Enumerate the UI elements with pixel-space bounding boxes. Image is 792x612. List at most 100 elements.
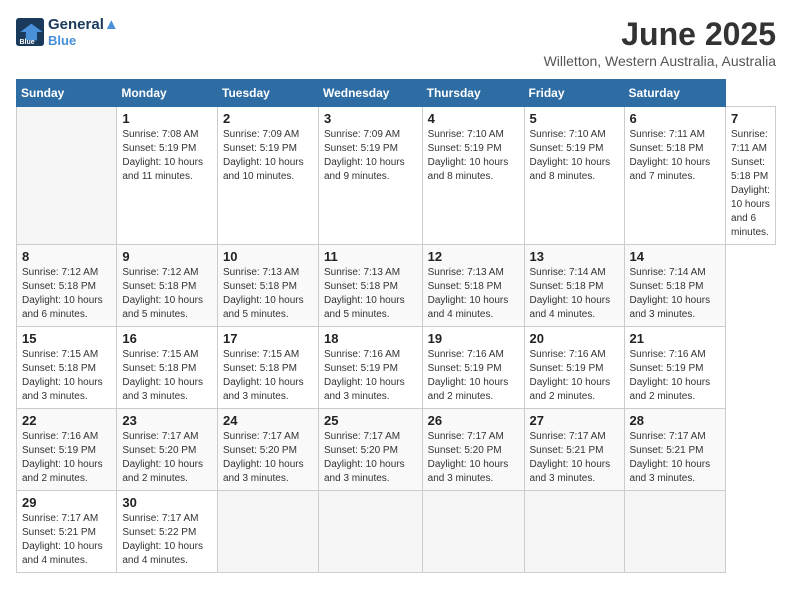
day-number: 28 (630, 413, 721, 428)
day-number: 20 (530, 331, 619, 346)
calendar-week-5: 29 Sunrise: 7:17 AM Sunset: 5:21 PM Dayli… (17, 491, 776, 573)
day-header-friday: Friday (524, 80, 624, 107)
day-header-wednesday: Wednesday (318, 80, 422, 107)
day-info: Sunrise: 7:15 AM Sunset: 5:18 PM Dayligh… (223, 348, 313, 404)
day-number: 26 (428, 413, 519, 428)
calendar-cell: 25 Sunrise: 7:17 AM Sunset: 5:20 PM Dayli… (318, 409, 422, 491)
day-number: 3 (324, 111, 417, 126)
day-info: Sunrise: 7:11 AM Sunset: 5:18 PM Dayligh… (630, 128, 721, 184)
day-header-monday: Monday (117, 80, 218, 107)
calendar-cell: 13 Sunrise: 7:14 AM Sunset: 5:18 PM Dayli… (524, 245, 624, 327)
calendar-cell (422, 491, 524, 573)
day-info: Sunrise: 7:08 AM Sunset: 5:19 PM Dayligh… (122, 128, 212, 184)
day-number: 16 (122, 331, 212, 346)
day-info: Sunrise: 7:12 AM Sunset: 5:18 PM Dayligh… (122, 266, 212, 322)
calendar-cell (17, 107, 117, 245)
calendar-cell: 17Sunrise: 7:15 AM Sunset: 5:18 PM Dayli… (218, 327, 319, 409)
header: Blue General▲ Blue June 2025 Willetton, … (16, 16, 776, 69)
day-number: 2 (223, 111, 313, 126)
day-number: 24 (223, 413, 313, 428)
calendar-cell: 16Sunrise: 7:15 AM Sunset: 5:18 PM Dayli… (117, 327, 218, 409)
day-info: Sunrise: 7:12 AM Sunset: 5:18 PM Dayligh… (22, 266, 111, 322)
calendar-cell: 21Sunrise: 7:16 AM Sunset: 5:19 PM Dayli… (624, 327, 726, 409)
day-header-sunday: Sunday (17, 80, 117, 107)
day-info: Sunrise: 7:13 AM Sunset: 5:18 PM Dayligh… (324, 266, 417, 322)
calendar-cell: 4 Sunrise: 7:10 AM Sunset: 5:19 PM Daylig… (422, 107, 524, 245)
calendar-cell: 10 Sunrise: 7:13 AM Sunset: 5:18 PM Dayli… (218, 245, 319, 327)
calendar-cell: 20 Sunrise: 7:16 AM Sunset: 5:19 PM Dayli… (524, 327, 624, 409)
day-number: 13 (530, 249, 619, 264)
calendar-header: SundayMondayTuesdayWednesdayThursdayFrid… (17, 80, 776, 107)
day-info: Sunrise: 7:10 AM Sunset: 5:19 PM Dayligh… (428, 128, 519, 184)
day-number: 25 (324, 413, 417, 428)
calendar-week-4: 22 Sunrise: 7:16 AM Sunset: 5:19 PM Dayli… (17, 409, 776, 491)
calendar-week-3: 15 Sunrise: 7:15 AM Sunset: 5:18 PM Dayli… (17, 327, 776, 409)
calendar-cell: 18Sunrise: 7:16 AM Sunset: 5:19 PM Dayli… (318, 327, 422, 409)
day-info: Sunrise: 7:15 AM Sunset: 5:18 PM Dayligh… (22, 348, 111, 404)
day-number: 15 (22, 331, 111, 346)
day-number: 11 (324, 249, 417, 264)
day-number: 7 (731, 111, 770, 126)
logo-text: General▲ Blue (48, 16, 119, 48)
day-number: 4 (428, 111, 519, 126)
calendar-cell: 5 Sunrise: 7:10 AM Sunset: 5:19 PM Daylig… (524, 107, 624, 245)
day-number: 1 (122, 111, 212, 126)
day-info: Sunrise: 7:17 AM Sunset: 5:20 PM Dayligh… (428, 430, 519, 486)
day-number: 9 (122, 249, 212, 264)
day-info: Sunrise: 7:16 AM Sunset: 5:19 PM Dayligh… (530, 348, 619, 404)
calendar-cell: 29 Sunrise: 7:17 AM Sunset: 5:21 PM Dayli… (17, 491, 117, 573)
location-subtitle: Willetton, Western Australia, Australia (544, 53, 776, 69)
calendar-cell: 8 Sunrise: 7:12 AM Sunset: 5:18 PM Daylig… (17, 245, 117, 327)
day-info: Sunrise: 7:14 AM Sunset: 5:18 PM Dayligh… (530, 266, 619, 322)
day-number: 8 (22, 249, 111, 264)
calendar-cell: 19 Sunrise: 7:16 AM Sunset: 5:19 PM Dayli… (422, 327, 524, 409)
day-info: Sunrise: 7:10 AM Sunset: 5:19 PM Dayligh… (530, 128, 619, 184)
calendar-cell: 15 Sunrise: 7:15 AM Sunset: 5:18 PM Dayli… (17, 327, 117, 409)
calendar-week-2: 8 Sunrise: 7:12 AM Sunset: 5:18 PM Daylig… (17, 245, 776, 327)
logo-icon: Blue (16, 18, 44, 46)
calendar-cell: 2Sunrise: 7:09 AM Sunset: 5:19 PM Daylig… (218, 107, 319, 245)
day-info: Sunrise: 7:13 AM Sunset: 5:18 PM Dayligh… (428, 266, 519, 322)
day-info: Sunrise: 7:11 AM Sunset: 5:18 PM Dayligh… (731, 128, 770, 240)
calendar-cell: 22 Sunrise: 7:16 AM Sunset: 5:19 PM Dayli… (17, 409, 117, 491)
day-info: Sunrise: 7:17 AM Sunset: 5:22 PM Dayligh… (122, 512, 212, 568)
day-info: Sunrise: 7:17 AM Sunset: 5:20 PM Dayligh… (122, 430, 212, 486)
calendar-table: SundayMondayTuesdayWednesdayThursdayFrid… (16, 79, 776, 573)
calendar-cell: 9 Sunrise: 7:12 AM Sunset: 5:18 PM Daylig… (117, 245, 218, 327)
svg-text:Blue: Blue (20, 39, 35, 46)
calendar-cell: 6Sunrise: 7:11 AM Sunset: 5:18 PM Daylig… (624, 107, 726, 245)
day-number: 12 (428, 249, 519, 264)
day-header-thursday: Thursday (422, 80, 524, 107)
day-number: 19 (428, 331, 519, 346)
day-info: Sunrise: 7:17 AM Sunset: 5:20 PM Dayligh… (324, 430, 417, 486)
day-info: Sunrise: 7:17 AM Sunset: 5:20 PM Dayligh… (223, 430, 313, 486)
day-header-saturday: Saturday (624, 80, 726, 107)
calendar-cell (318, 491, 422, 573)
day-number: 5 (530, 111, 619, 126)
day-info: Sunrise: 7:17 AM Sunset: 5:21 PM Dayligh… (22, 512, 111, 568)
day-number: 14 (630, 249, 721, 264)
calendar-cell: 12 Sunrise: 7:13 AM Sunset: 5:18 PM Dayli… (422, 245, 524, 327)
calendar-cell: 11 Sunrise: 7:13 AM Sunset: 5:18 PM Dayli… (318, 245, 422, 327)
calendar-cell (624, 491, 726, 573)
day-number: 29 (22, 495, 111, 510)
calendar-cell: 23 Sunrise: 7:17 AM Sunset: 5:20 PM Dayli… (117, 409, 218, 491)
day-number: 23 (122, 413, 212, 428)
calendar-cell: 1 Sunrise: 7:08 AM Sunset: 5:19 PM Daylig… (117, 107, 218, 245)
day-number: 22 (22, 413, 111, 428)
calendar-cell: 28Sunrise: 7:17 AM Sunset: 5:21 PM Dayli… (624, 409, 726, 491)
calendar-cell: 14 Sunrise: 7:14 AM Sunset: 5:18 PM Dayli… (624, 245, 726, 327)
day-number: 27 (530, 413, 619, 428)
calendar-cell: 7 Sunrise: 7:11 AM Sunset: 5:18 PM Daylig… (726, 107, 776, 245)
calendar-cell: 24 Sunrise: 7:17 AM Sunset: 5:20 PM Dayli… (218, 409, 319, 491)
day-number: 10 (223, 249, 313, 264)
day-info: Sunrise: 7:16 AM Sunset: 5:19 PM Dayligh… (22, 430, 111, 486)
day-info: Sunrise: 7:14 AM Sunset: 5:18 PM Dayligh… (630, 266, 721, 322)
day-info: Sunrise: 7:09 AM Sunset: 5:19 PM Dayligh… (324, 128, 417, 184)
calendar-cell (218, 491, 319, 573)
calendar-cell: 30Sunrise: 7:17 AM Sunset: 5:22 PM Dayli… (117, 491, 218, 573)
calendar-cell (524, 491, 624, 573)
day-info: Sunrise: 7:16 AM Sunset: 5:19 PM Dayligh… (428, 348, 519, 404)
day-info: Sunrise: 7:13 AM Sunset: 5:18 PM Dayligh… (223, 266, 313, 322)
title-area: June 2025 Willetton, Western Australia, … (544, 16, 776, 69)
